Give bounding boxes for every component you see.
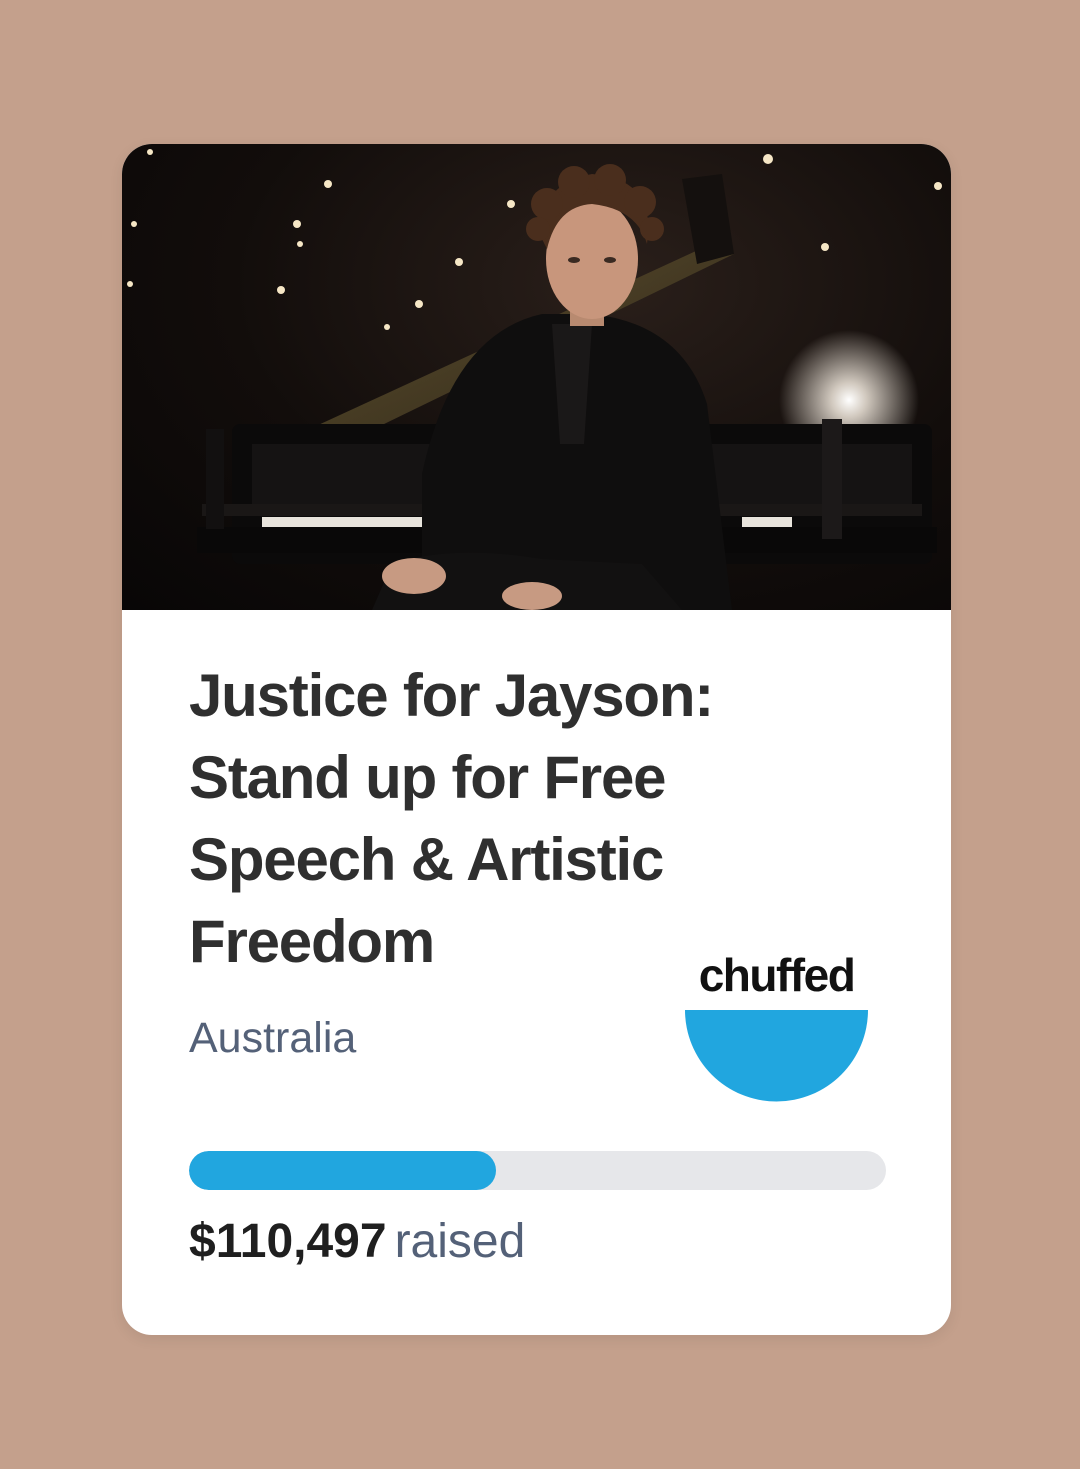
brand-name: chuffed: [698, 949, 856, 1001]
raised-label: raised: [394, 1215, 526, 1268]
pianist-illustration: [127, 149, 942, 610]
chuffed-bowl-icon: [685, 1010, 868, 1102]
funding-progress-fill: [189, 1151, 496, 1190]
raised-summary: $110,497 raised: [189, 1212, 525, 1272]
campaign-photo: [122, 144, 951, 610]
amount-raised: $110,497: [189, 1215, 387, 1268]
chuffed-logo: chuffed: [684, 950, 869, 1102]
campaign-title[interactable]: Justice for Jayson: Stand up for Free Sp…: [189, 655, 829, 983]
funding-progress-bar: [189, 1151, 886, 1190]
campaign-location: Australia: [189, 1014, 357, 1062]
campaign-card[interactable]: Justice for Jayson: Stand up for Free Sp…: [122, 144, 951, 1335]
